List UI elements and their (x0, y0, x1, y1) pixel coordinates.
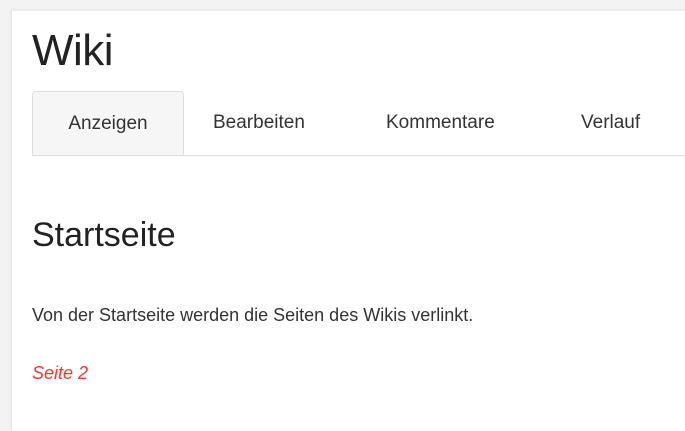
tab-kommentare[interactable]: Kommentare (386, 91, 495, 154)
wiki-title: Wiki (32, 26, 114, 75)
page-body-text: Von der Startseite werden die Seiten des… (32, 305, 474, 325)
tab-verlauf[interactable]: Verlauf (581, 91, 640, 154)
wiki-page-link[interactable]: Seite 2 (32, 363, 88, 384)
tab-bar: Anzeigen Bearbeiten Kommentare Verlauf (32, 91, 685, 156)
page-title: Startseite (32, 216, 176, 254)
tab-bearbeiten[interactable]: Bearbeiten (213, 91, 305, 154)
tab-anzeigen[interactable]: Anzeigen (32, 91, 184, 155)
wiki-panel: Wiki Anzeigen Bearbeiten Kommentare Verl… (11, 10, 685, 431)
